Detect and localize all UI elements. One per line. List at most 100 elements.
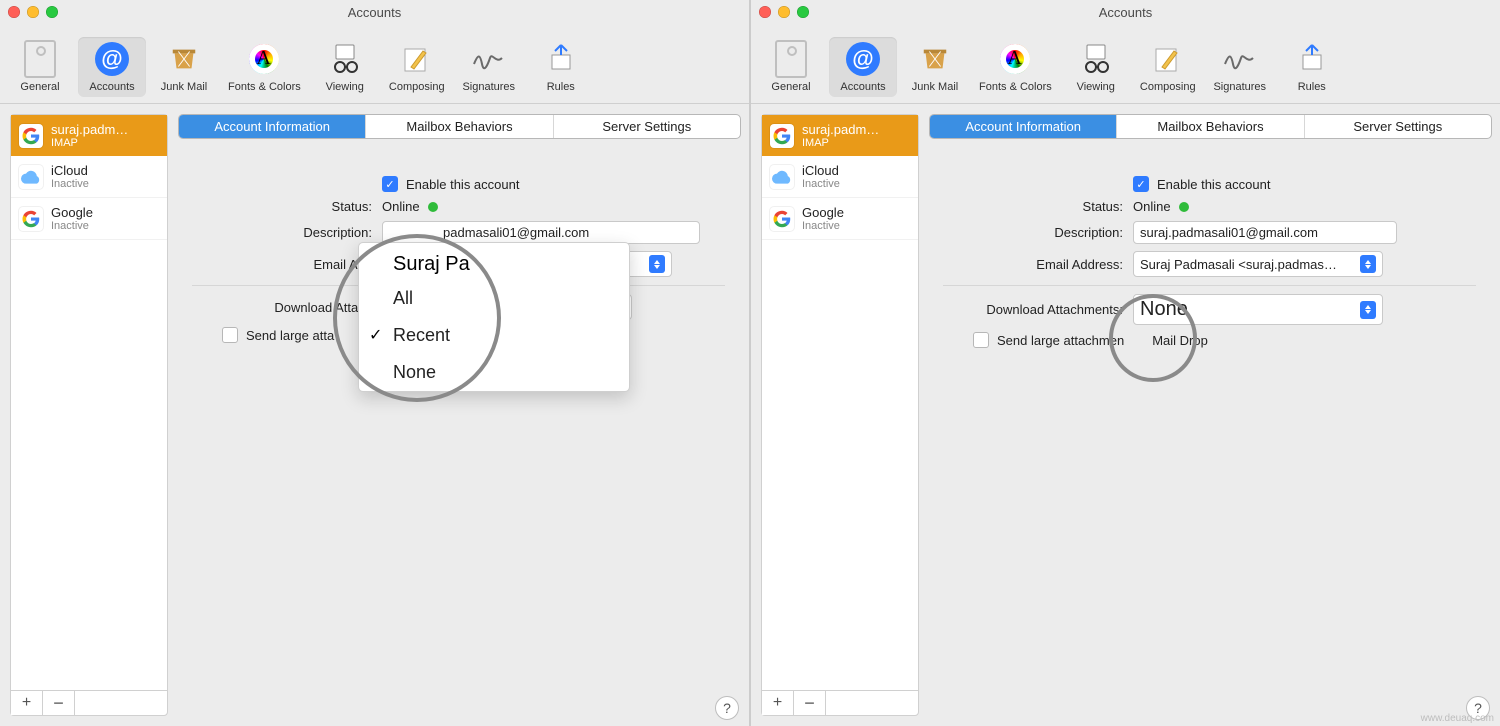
tab-account-info[interactable]: Account Information (930, 115, 1117, 138)
icloud-icon (19, 165, 43, 189)
popup-arrows-icon (649, 255, 665, 273)
toolbar-junk[interactable]: Junk Mail (901, 37, 969, 97)
accounts-sidebar: suraj.padm… IMAP iCloud Inactive (10, 114, 168, 716)
toolbar-signatures[interactable]: Signatures (1206, 37, 1274, 97)
close-icon[interactable] (759, 6, 771, 18)
remove-account-button[interactable]: − (794, 691, 826, 715)
pane-right: Accounts General @ Accounts Junk Mail Fo… (751, 0, 1500, 726)
toolbar-rules[interactable]: Rules (1278, 37, 1346, 97)
composing-icon (399, 41, 435, 77)
watermark: www.deuaq.com (1421, 713, 1494, 724)
icloud-icon (770, 165, 794, 189)
status-value: Online (382, 199, 420, 214)
rules-icon (1294, 41, 1330, 77)
google-icon (770, 124, 794, 148)
junk-icon (917, 41, 953, 77)
viewing-icon (327, 41, 363, 77)
toolbar-accounts[interactable]: @ Accounts (829, 37, 897, 97)
toolbar-fonts-label: Fonts & Colors (228, 81, 301, 93)
toolbar-general[interactable]: General (6, 37, 74, 97)
description-field[interactable]: padmasali01@gmail.com (382, 221, 700, 244)
junk-icon (166, 41, 202, 77)
account-type: IMAP (51, 137, 128, 149)
enable-account-checkbox[interactable]: ✓ (1133, 176, 1149, 192)
account-item-google[interactable]: Google Inactive (11, 198, 167, 240)
account-item-selected[interactable]: suraj.padm… IMAP (11, 115, 167, 156)
account-details: Account Information Mailbox Behaviors Se… (178, 114, 739, 716)
google-icon (19, 207, 43, 231)
account-item-icloud[interactable]: iCloud Inactive (762, 156, 918, 198)
close-icon[interactable] (8, 6, 20, 18)
help-button[interactable]: ? (715, 696, 739, 720)
tab-mailbox-behaviors[interactable]: Mailbox Behaviors (366, 115, 553, 138)
toolbar-junk-label: Junk Mail (161, 81, 207, 93)
toolbar-rules[interactable]: Rules (527, 37, 595, 97)
status-dot-icon (428, 202, 438, 212)
tab-mailbox-behaviors[interactable]: Mailbox Behaviors (1117, 115, 1304, 138)
status-dot-icon (1179, 202, 1189, 212)
signatures-icon (471, 41, 507, 77)
accounts-sidebar: suraj.padm… IMAP iCloud Inactive (761, 114, 919, 716)
menu-header-trunc: Suraj Pa (359, 243, 629, 280)
toolbar-viewing[interactable]: Viewing (311, 37, 379, 97)
maildrop-checkbox[interactable] (222, 327, 238, 343)
account-name: iCloud (802, 163, 840, 178)
menu-item-all[interactable]: All (359, 280, 629, 317)
add-account-button[interactable]: + (11, 691, 43, 715)
account-type: IMAP (802, 137, 879, 149)
fonts-icon (997, 41, 1033, 77)
download-popup-value: None (1140, 298, 1188, 321)
window-title: Accounts (751, 5, 1500, 20)
menu-item-recent[interactable]: Recent (359, 317, 629, 354)
email-popup-value: Suraj Padmasali <suraj.padmas… (1140, 257, 1337, 272)
download-label: Download Attachments: (943, 302, 1133, 317)
account-status: Inactive (51, 178, 89, 190)
email-popup[interactable]: Suraj Padmasali <suraj.padmas… (1133, 251, 1383, 277)
download-attachments-menu: Suraj Pa All Recent None (358, 242, 630, 392)
rules-icon (543, 41, 579, 77)
account-item-icloud[interactable]: iCloud Inactive (11, 156, 167, 198)
toolbar-viewing[interactable]: Viewing (1062, 37, 1130, 97)
account-name: suraj.padm… (51, 122, 128, 137)
account-tabs: Account Information Mailbox Behaviors Se… (929, 114, 1492, 139)
maildrop-label: Send large atta (246, 328, 334, 343)
window-controls (8, 6, 58, 18)
maildrop-checkbox[interactable] (973, 332, 989, 348)
description-label: Description: (943, 225, 1133, 240)
enable-account-label: Enable this account (1157, 177, 1270, 192)
enable-account-checkbox[interactable]: ✓ (382, 176, 398, 192)
description-field[interactable]: suraj.padmasali01@gmail.com (1133, 221, 1397, 244)
account-item-google[interactable]: Google Inactive (762, 198, 918, 240)
toolbar-accounts[interactable]: @ Accounts (78, 37, 146, 97)
zoom-icon[interactable] (797, 6, 809, 18)
popup-arrows-icon (1360, 255, 1376, 273)
add-account-button[interactable]: + (762, 691, 794, 715)
toolbar-junk-label: Junk Mail (912, 81, 958, 93)
toolbar-general[interactable]: General (757, 37, 825, 97)
remove-account-button[interactable]: − (43, 691, 75, 715)
menu-item-none[interactable]: None (359, 354, 629, 391)
account-status: Inactive (802, 178, 840, 190)
zoom-icon[interactable] (46, 6, 58, 18)
account-item-selected[interactable]: suraj.padm… IMAP (762, 115, 918, 156)
email-label: Email Address: (943, 257, 1133, 272)
add-remove-bar: + − (11, 690, 167, 715)
toolbar-signatures[interactable]: Signatures (455, 37, 523, 97)
toolbar-composing[interactable]: Composing (1134, 37, 1202, 97)
maildrop-label-left: Send large attachmen (997, 333, 1124, 348)
toolbar-junk[interactable]: Junk Mail (150, 37, 218, 97)
toolbar-rules-label: Rules (1298, 81, 1326, 93)
tab-server-settings[interactable]: Server Settings (554, 115, 740, 138)
minimize-icon[interactable] (27, 6, 39, 18)
toolbar-fonts[interactable]: Fonts & Colors (973, 37, 1058, 97)
toolbar-composing[interactable]: Composing (383, 37, 451, 97)
download-popup[interactable]: None (1133, 294, 1383, 325)
tab-server-settings[interactable]: Server Settings (1305, 115, 1491, 138)
account-status: Inactive (802, 220, 844, 232)
minimize-icon[interactable] (778, 6, 790, 18)
toolbar-fonts[interactable]: Fonts & Colors (222, 37, 307, 97)
account-name: suraj.padm… (802, 122, 879, 137)
account-status: Inactive (51, 220, 93, 232)
toolbar-composing-label: Composing (389, 81, 445, 93)
tab-account-info[interactable]: Account Information (179, 115, 366, 138)
